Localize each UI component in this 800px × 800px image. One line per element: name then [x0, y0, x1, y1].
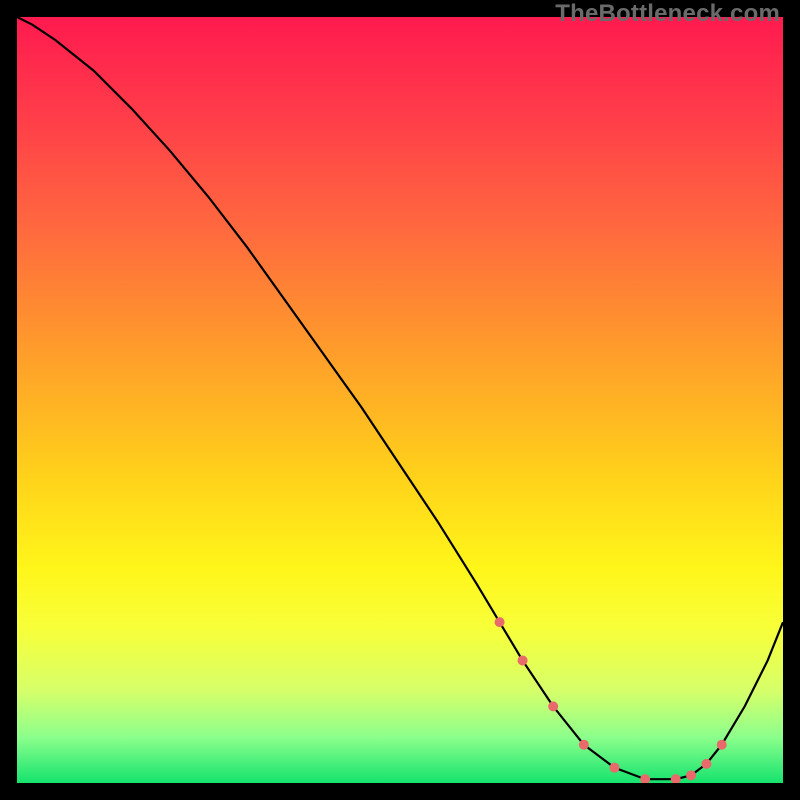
marker-dot — [579, 740, 589, 750]
curve-layer — [17, 17, 783, 783]
marker-dot — [548, 701, 558, 711]
marker-dot — [495, 617, 505, 627]
chart-stage: TheBottleneck.com — [0, 0, 800, 800]
marker-dot — [686, 770, 696, 780]
marker-dot — [640, 774, 650, 783]
marker-dot — [717, 740, 727, 750]
plot-area — [17, 17, 783, 783]
marker-dot — [518, 655, 528, 665]
attribution-text: TheBottleneck.com — [555, 0, 780, 28]
marker-dot — [609, 763, 619, 773]
data-markers — [495, 617, 727, 783]
marker-dot — [671, 774, 681, 783]
marker-dot — [701, 759, 711, 769]
bottleneck-curve — [17, 17, 783, 779]
